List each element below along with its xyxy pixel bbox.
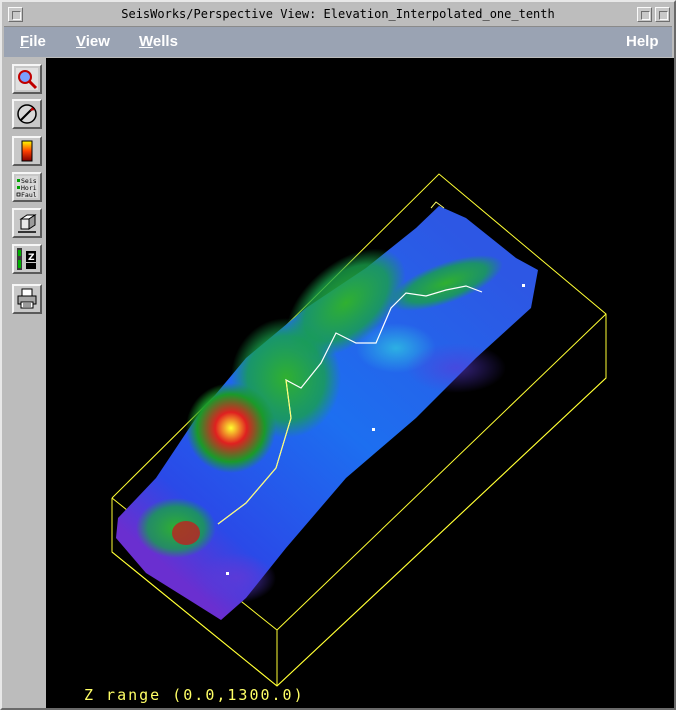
menu-bar: File View Wells Help bbox=[4, 27, 672, 57]
z-scale-icon: Z bbox=[17, 248, 36, 270]
layers-tool-button[interactable]: Seis Hori Faul bbox=[12, 172, 42, 202]
menu-view-mnemonic: V bbox=[76, 33, 86, 50]
colorbar-icon bbox=[21, 140, 33, 162]
zoom-tool-button[interactable] bbox=[12, 64, 42, 94]
menu-file[interactable]: File bbox=[20, 33, 46, 50]
elevation-surface bbox=[116, 206, 538, 620]
menu-wells[interactable]: Wells bbox=[139, 33, 178, 50]
svg-text:Z: Z bbox=[28, 253, 35, 263]
menu-view[interactable]: View bbox=[76, 33, 110, 50]
tool-palette: Seis Hori Faul Z bbox=[4, 58, 46, 708]
layers-faul-text: Faul bbox=[21, 191, 37, 199]
perspective-scene bbox=[111, 173, 607, 687]
menu-help[interactable]: Help bbox=[626, 33, 659, 50]
well-marker bbox=[372, 428, 375, 431]
menu-wells-mnemonic: W bbox=[139, 33, 153, 50]
colorbar-tool-button[interactable] bbox=[12, 136, 42, 166]
menu-wells-label: ells bbox=[152, 33, 178, 50]
well-marker bbox=[522, 284, 525, 287]
maximize-button[interactable] bbox=[655, 7, 670, 22]
well-marker bbox=[226, 572, 229, 575]
perspective-view-window: SeisWorks/Perspective View: Elevation_In… bbox=[0, 0, 676, 710]
compass-icon bbox=[17, 104, 37, 124]
cube-tool-button[interactable] bbox=[12, 208, 42, 238]
printer-icon bbox=[17, 288, 37, 309]
z-range-label: Z range (0.0,1300.0) bbox=[84, 686, 305, 704]
cube-icon bbox=[18, 214, 37, 233]
menu-view-label: iew bbox=[85, 33, 110, 50]
magnifier-icon bbox=[16, 68, 38, 90]
perspective-viewport[interactable]: Z range (0.0,1300.0) bbox=[46, 58, 674, 708]
title-bar[interactable]: SeisWorks/Perspective View: Elevation_In… bbox=[4, 4, 672, 27]
layers-list-icon: Seis Hori Faul bbox=[16, 176, 38, 199]
north-arrow bbox=[430, 201, 445, 209]
menu-file-mnemonic: F bbox=[20, 33, 30, 50]
z-scale-tool-button[interactable]: Z bbox=[12, 244, 42, 274]
print-button[interactable] bbox=[12, 284, 42, 314]
menu-file-label: ile bbox=[29, 33, 46, 50]
window-title: SeisWorks/Perspective View: Elevation_In… bbox=[121, 7, 555, 21]
minimize-button[interactable] bbox=[637, 7, 652, 22]
rotate-tool-button[interactable] bbox=[12, 99, 42, 129]
